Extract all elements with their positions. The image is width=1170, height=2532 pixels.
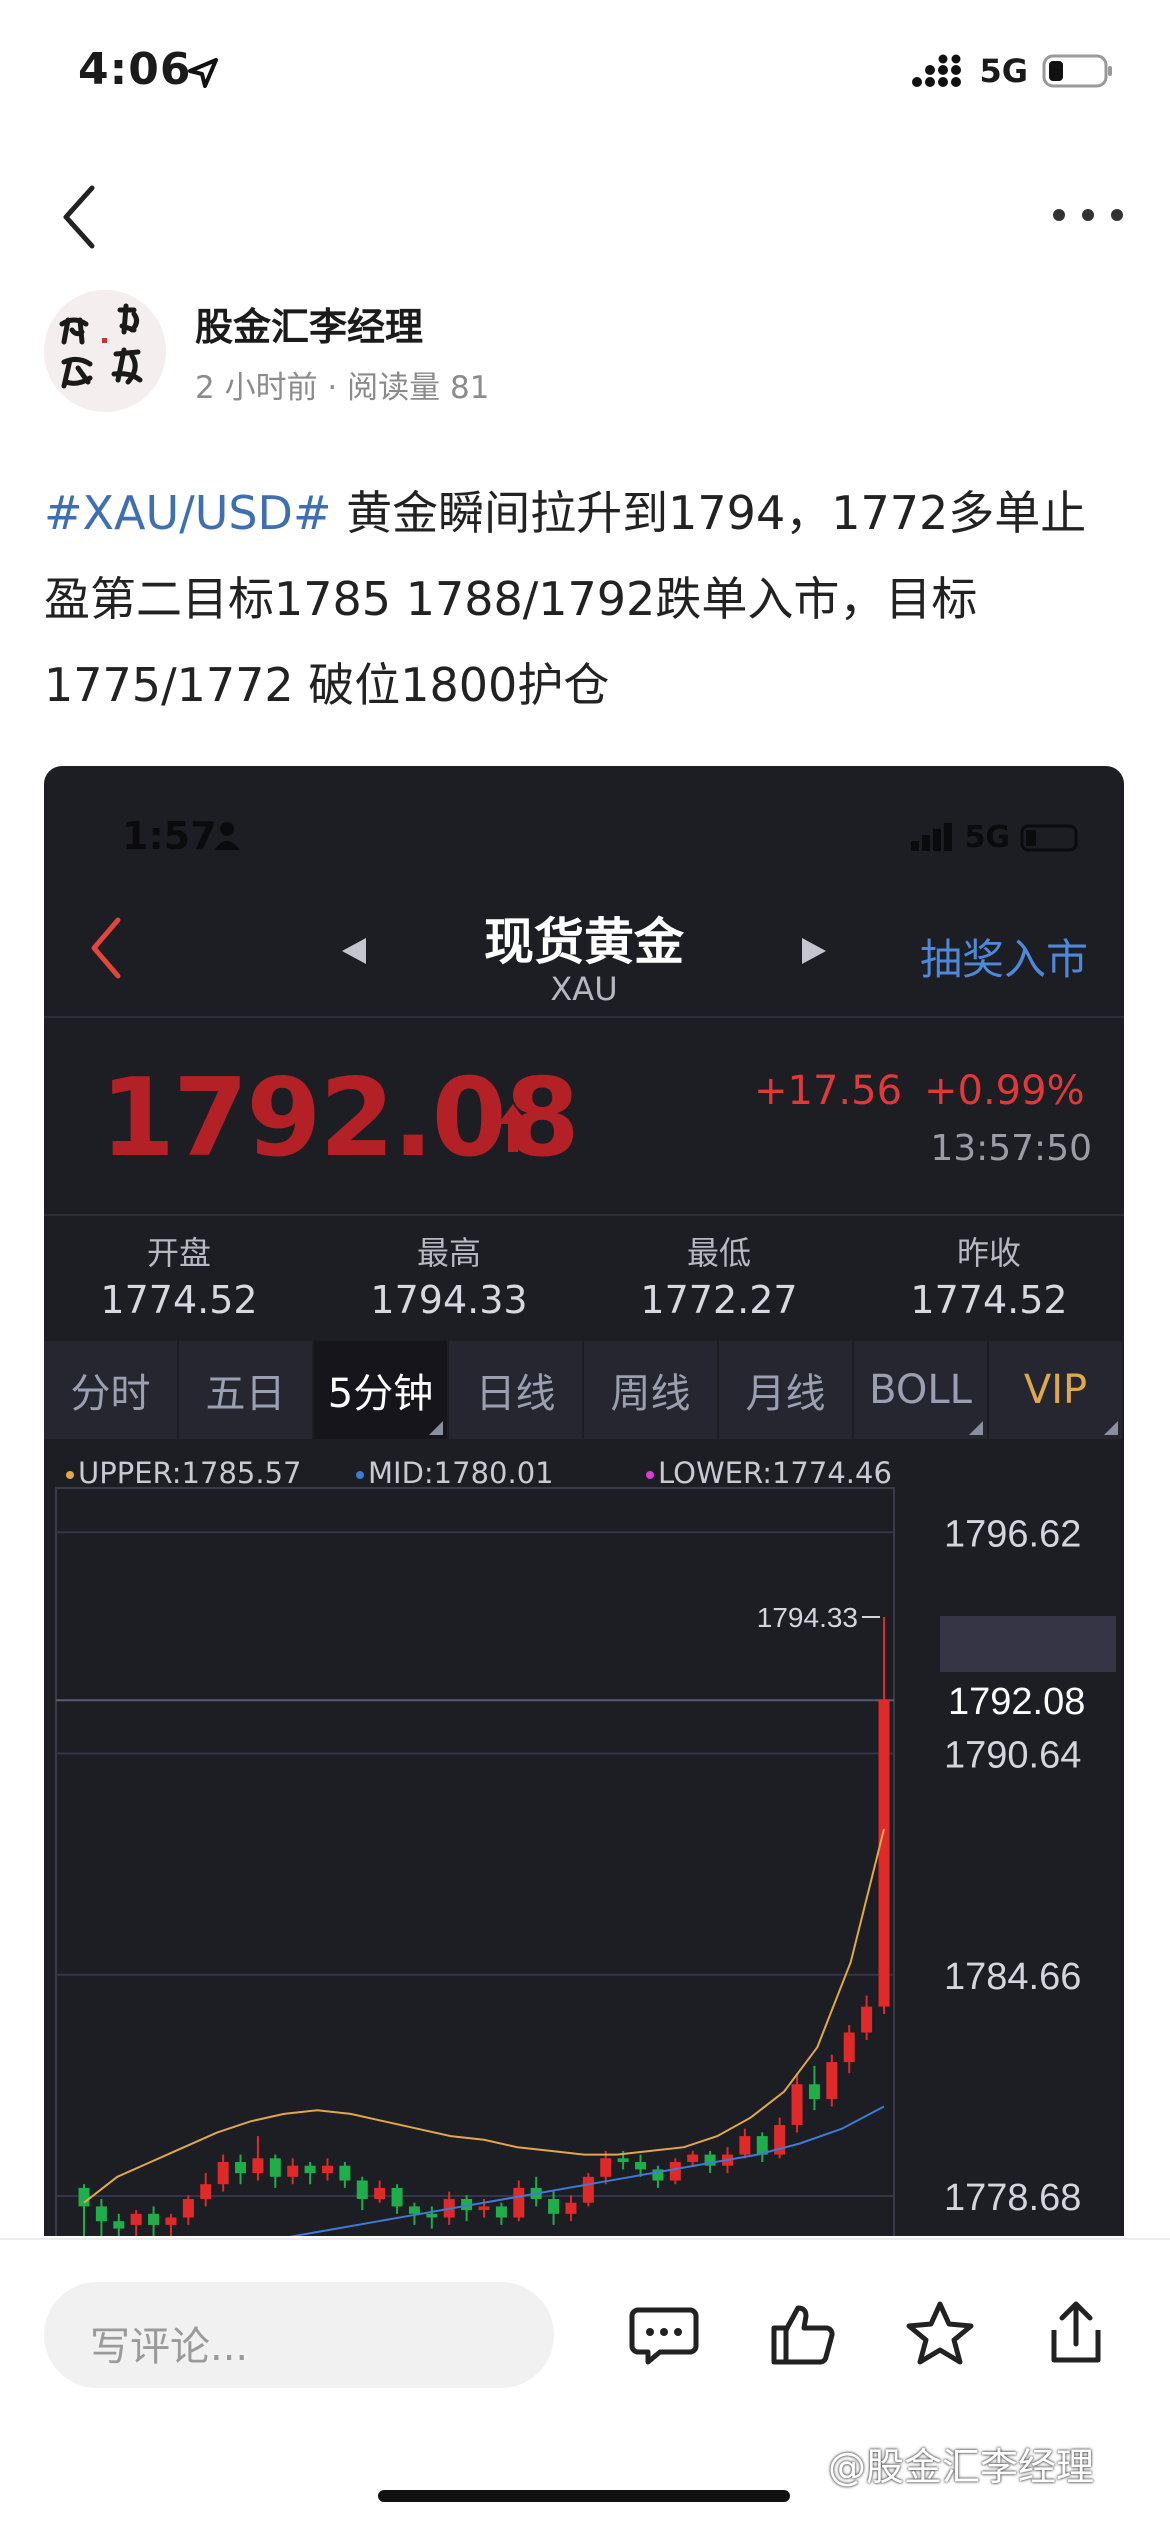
- max-price-label: 1794.33: [757, 1602, 858, 1633]
- candle-body: [217, 2162, 229, 2185]
- candle-body: [304, 2165, 316, 2174]
- candle-body: [148, 2213, 160, 2225]
- y-tick-label: 1796.62: [944, 1513, 1081, 1555]
- candle-body: [878, 1699, 890, 2007]
- candle-body: [269, 2158, 281, 2177]
- candle-body: [130, 2213, 142, 2225]
- candlestick-chart: 1796.62 1790.64 1784.66 1778.68 1792.08 1794.…: [55, 1487, 1085, 2236]
- y-tick-label: 1778.68: [944, 2177, 1081, 2219]
- candle-body: [513, 2187, 525, 2218]
- calligraphy-avatar-image: [44, 290, 166, 412]
- comment-icon[interactable]: [628, 2298, 700, 2370]
- candle-body: [495, 2206, 507, 2218]
- candle-body: [356, 2180, 368, 2199]
- chart-frame: [55, 1487, 895, 2236]
- candle-body: [617, 2158, 629, 2162]
- candle-body: [95, 2206, 107, 2222]
- share-icon[interactable]: [1040, 2298, 1112, 2370]
- candle-body: [582, 2176, 594, 2203]
- candle-body: [739, 2136, 751, 2155]
- candle-body: [861, 2006, 873, 2033]
- candle-body: [548, 2199, 560, 2214]
- watermark: @股金汇李经理: [828, 2445, 1095, 2489]
- more-icon[interactable]: [1052, 208, 1124, 222]
- signal-icon: [912, 54, 962, 87]
- candle-body: [669, 2162, 681, 2181]
- candle-body: [687, 2154, 699, 2162]
- candle-body: [565, 2202, 577, 2214]
- candle-body: [321, 2165, 333, 2174]
- candle-body: [374, 2187, 386, 2199]
- candle-body: [426, 2213, 438, 2218]
- battery-icon: [1042, 54, 1112, 88]
- status-icons: 5G: [911, 52, 1114, 90]
- like-icon[interactable]: [768, 2298, 840, 2370]
- candle-body: [826, 2062, 838, 2100]
- network-type: 5G: [979, 52, 1028, 90]
- candle-body: [252, 2158, 264, 2174]
- author-name[interactable]: 股金汇李经理: [195, 296, 423, 351]
- home-indicator: [378, 2490, 790, 2502]
- candle-body: [843, 2032, 855, 2063]
- back-icon[interactable]: [58, 182, 98, 252]
- candle-body: [78, 2187, 90, 2207]
- status-time: 4:06: [78, 44, 192, 95]
- topic-tag[interactable]: #XAU/USD#: [44, 486, 332, 540]
- post-content: #XAU/USD# 黄金瞬间拉升到1794，1772多单止盈第二目标1785 1…: [44, 470, 1124, 728]
- candle-body: [600, 2158, 612, 2177]
- comment-placeholder: 写评论...: [90, 2324, 249, 2370]
- author-avatar[interactable]: [44, 290, 166, 412]
- candle-body: [182, 2199, 194, 2218]
- bottom-divider: [0, 2238, 1170, 2240]
- candle-body: [391, 2187, 403, 2207]
- candle-body: [478, 2206, 490, 2211]
- candle-body: [635, 2162, 647, 2170]
- candle-body: [791, 2084, 803, 2125]
- current-price-label: 1792.08: [948, 1681, 1085, 1723]
- post-image[interactable]: 1:57 5G 现货黄金 XAU 抽奖入市 1792.08 +17.56 +0.…: [44, 766, 1124, 2236]
- y-tick-label: 1784.66: [944, 1956, 1081, 1998]
- candle-body: [200, 2184, 212, 2199]
- candle-body: [808, 2084, 820, 2100]
- candle-body: [113, 2221, 125, 2229]
- candle-body: [235, 2162, 247, 2174]
- y-tick-label: 1790.64: [944, 1735, 1081, 1777]
- candle-body: [339, 2165, 351, 2181]
- post-meta: 2 小时前 · 阅读量 81: [195, 370, 490, 406]
- candle-body: [287, 2165, 299, 2177]
- candle-body: [165, 2217, 177, 2225]
- favorite-star-icon[interactable]: [904, 2298, 976, 2370]
- location-arrow-icon: [188, 58, 218, 88]
- candle-body: [408, 2206, 420, 2214]
